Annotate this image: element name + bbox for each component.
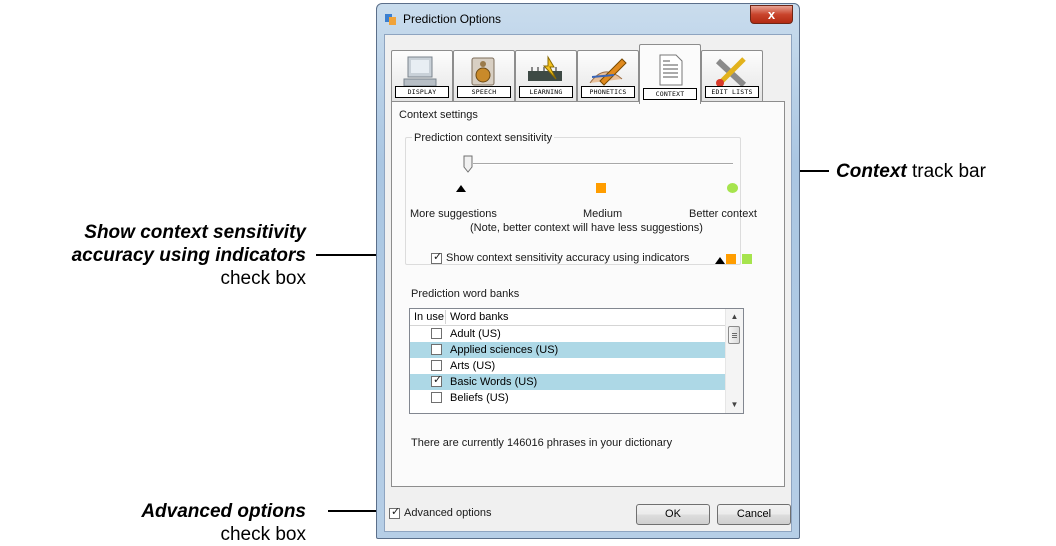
callout-show-indicators-bold-1: Show context sensitivity — [84, 222, 306, 243]
hand-pen-icon — [589, 58, 627, 86]
close-button[interactable]: x — [750, 5, 793, 24]
scroll-up-icon[interactable]: ▲ — [726, 309, 743, 325]
ok-button[interactable]: OK — [636, 504, 710, 525]
list-scrollbar[interactable]: ▲ ▼ — [725, 309, 743, 413]
indicator-better-circle — [727, 183, 738, 193]
sensitivity-label: Prediction context sensitivity — [412, 132, 555, 144]
prediction-options-window: Prediction Options x DISPLAY SPEECH LEAR… — [376, 3, 800, 539]
brain-chip-icon — [528, 55, 562, 81]
advanced-options-checkbox[interactable]: ✓ — [389, 506, 401, 519]
grip-line — [732, 337, 737, 338]
row-checkbox[interactable] — [431, 360, 442, 371]
callout-trackbar: Context track bar — [836, 160, 986, 183]
callout-advanced-bold: Advanced options — [141, 501, 306, 522]
column-header-in-use[interactable]: In use — [414, 311, 444, 323]
advanced-options-label[interactable]: Advanced options — [404, 507, 491, 519]
callout-trackbar-bold: Context — [836, 161, 907, 182]
row-name: Arts (US) — [450, 360, 496, 372]
row-checkmark: ✓ — [433, 374, 443, 386]
tab-learning[interactable]: LEARNING — [515, 50, 577, 102]
show-indicators-checkbox[interactable]: ✓ — [431, 251, 443, 264]
sensitivity-group — [405, 137, 741, 265]
tab-display-label: DISPLAY — [395, 86, 449, 98]
track-min-label: More suggestions — [410, 208, 497, 220]
speaker-icon — [471, 57, 495, 86]
track-mid-label: Medium — [583, 208, 623, 220]
row-checkbox[interactable]: ✓ — [431, 374, 443, 387]
list-item[interactable]: ✓ Basic Words (US) — [410, 374, 727, 390]
dictionary-status: There are currently 146016 phrases in yo… — [411, 437, 673, 449]
context-track-bar[interactable] — [473, 163, 733, 165]
context-settings-label: Context settings — [399, 109, 478, 121]
legend-square-icon — [726, 254, 736, 264]
advanced-options-checkmark: ✓ — [391, 506, 401, 518]
tab-context[interactable]: CONTEXT — [639, 44, 701, 104]
tab-speech-label: SPEECH — [457, 86, 511, 98]
row-checkbox[interactable] — [431, 344, 442, 355]
tools-icon — [715, 57, 747, 88]
tab-edit-lists[interactable]: EDIT LISTS — [701, 50, 763, 102]
show-indicators-label[interactable]: Show context sensitivity accuracy using … — [446, 252, 689, 264]
tab-speech[interactable]: SPEECH — [453, 50, 515, 102]
track-max-label: Better context — [689, 208, 757, 220]
tab-learning-label: LEARNING — [519, 86, 573, 98]
column-separator[interactable] — [445, 310, 446, 324]
row-name: Basic Words (US) — [450, 376, 538, 388]
grip-line — [732, 335, 737, 336]
callout-trackbar-rest: track bar — [906, 161, 986, 182]
legend-green-icon — [742, 254, 752, 264]
tab-display[interactable]: DISPLAY — [391, 50, 453, 102]
callout-advanced: Advanced options check box — [141, 500, 306, 546]
dialog-client: DISPLAY SPEECH LEARNING PHONETICS CONTEX… — [384, 34, 792, 532]
callout-show-indicators-bold-2: accuracy using indicators — [71, 245, 306, 266]
tab-edit-lists-label: EDIT LISTS — [705, 86, 759, 98]
row-name: Applied sciences (US) — [450, 344, 559, 356]
callout-advanced-rest: check box — [220, 524, 306, 545]
scroll-thumb[interactable] — [728, 326, 740, 344]
app-icon — [385, 14, 396, 25]
grip-line — [732, 333, 737, 334]
word-banks-label: Prediction word banks — [411, 288, 520, 300]
document-icon — [659, 54, 683, 86]
indicator-medium-square — [596, 183, 606, 193]
show-indicators-checkmark: ✓ — [433, 251, 443, 263]
window-title: Prediction Options — [403, 12, 502, 26]
list-header: In use Word banks — [410, 309, 727, 326]
row-checkbox[interactable] — [431, 328, 442, 339]
callout-show-indicators: Show context sensitivity accuracy using … — [72, 221, 306, 290]
indicator-more-triangle — [456, 185, 466, 192]
row-checkbox[interactable] — [431, 392, 442, 403]
list-item[interactable]: Beliefs (US) — [410, 390, 727, 406]
list-item[interactable]: Adult (US) — [410, 326, 727, 342]
column-header-word-banks[interactable]: Word banks — [450, 311, 509, 323]
list-item[interactable]: Arts (US) — [410, 358, 727, 374]
row-name: Adult (US) — [450, 328, 501, 340]
list-item[interactable]: Applied sciences (US) — [410, 342, 727, 358]
callout-show-indicators-rest: check box — [220, 268, 306, 289]
tab-context-label: CONTEXT — [643, 88, 697, 100]
tab-phonetics-label: PHONETICS — [581, 86, 635, 98]
title-bar[interactable]: Prediction Options x — [377, 4, 799, 34]
scroll-down-icon[interactable]: ▼ — [726, 397, 743, 413]
track-bar-thumb[interactable] — [463, 155, 473, 173]
row-name: Beliefs (US) — [450, 392, 509, 404]
cancel-button[interactable]: Cancel — [717, 504, 791, 525]
legend-triangle-icon — [715, 257, 725, 264]
monitor-icon — [403, 56, 437, 87]
tab-phonetics[interactable]: PHONETICS — [577, 50, 639, 102]
track-note: (Note, better context will have less sug… — [470, 222, 703, 234]
word-banks-list[interactable]: In use Word banks Adult (US) Applied sci… — [409, 308, 744, 414]
